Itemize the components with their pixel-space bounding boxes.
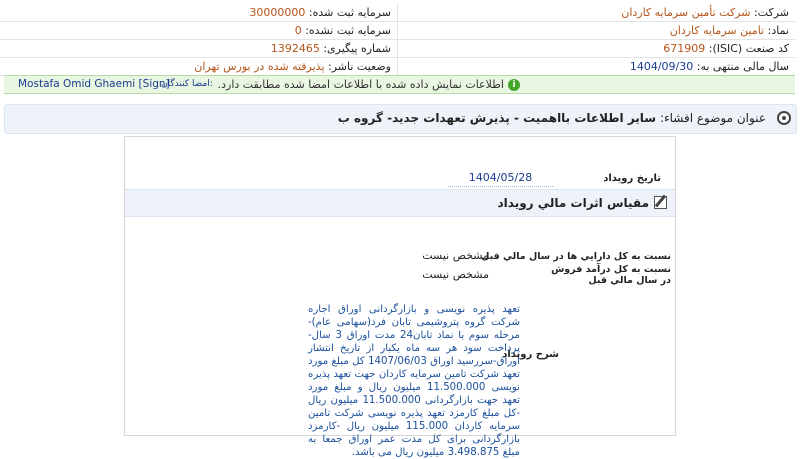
tracking-value: 1392465 xyxy=(270,42,320,55)
capital-unregistered-label: سرمایه ثبت نشده: xyxy=(305,24,391,37)
revenue-ratio-label: نسبت به کل درآمد فروش در سال مالي قبل xyxy=(551,264,671,286)
disclosure-title-label: عنوان موضوع افشاء: xyxy=(659,111,766,125)
signer-link[interactable]: Mostafa Omid Ghaemi [Sign] xyxy=(18,76,170,93)
verification-status-bar: Mostafa Omid Ghaemi [Sign] امضا کنندگان:… xyxy=(4,75,795,94)
symbol-cell: نماد: تامین سرمایه کاردان xyxy=(397,21,795,40)
fiscal-value: 1404/09/30 xyxy=(629,60,694,73)
disclosure-title: عنوان موضوع افشاء: سایر اطلاعات بااهمیت … xyxy=(338,111,766,125)
event-date-label: تاریخ رویداد xyxy=(603,173,661,184)
fiscal-label: سال مالی منتهی به: xyxy=(696,60,789,73)
fiscal-cell: سال مالی منتهی به: 1404/09/30 xyxy=(397,57,795,76)
disclosure-title-value: سایر اطلاعات بااهمیت - پذیرش تعهدات جدید… xyxy=(337,111,657,125)
signers-label: امضا کنندگان: xyxy=(161,79,213,89)
isic-value: 671909 xyxy=(663,42,706,55)
company-value[interactable]: شرکت تأمین سرمایه کاردان xyxy=(621,6,750,19)
assets-ratio-label: نسبت به کل دارايي ها در سال مالي قبل xyxy=(481,251,671,262)
verification-message: i اطلاعات نمایش داده شده با اطلاعات امضا … xyxy=(218,76,520,93)
isic-label: کد صنعت (ISIC): xyxy=(708,42,789,55)
financial-effects-title: مقياس اثرات مالي رويداد xyxy=(497,196,649,210)
capital-registered-cell: سرمایه ثبت شده: 30000000 xyxy=(0,4,398,22)
capital-unregistered-cell: سرمایه ثبت نشده: 0 xyxy=(0,21,398,40)
company-info-table: شرکت: شرکت تأمین سرمایه کاردان سرمایه ثب… xyxy=(0,4,795,76)
capital-registered-label: سرمایه ثبت شده: xyxy=(308,6,391,19)
event-description-text: تعهد پذیره نویسی و بازارگردانی اوراق اجا… xyxy=(308,304,521,458)
assets-ratio-value: مشخص نیست xyxy=(422,249,489,262)
isic-cell: کد صنعت (ISIC): 671909 xyxy=(397,39,795,58)
company-label: شرکت: xyxy=(753,6,789,19)
capital-unregistered-value: 0 xyxy=(294,24,302,37)
radio-target-icon xyxy=(777,111,791,125)
disclosure-title-bar: عنوان موضوع افشاء: سایر اطلاعات بااهمیت … xyxy=(4,104,797,134)
info-icon: i xyxy=(508,79,520,91)
tracking-label: شماره پیگیری: xyxy=(323,42,391,55)
company-cell: شرکت: شرکت تأمین سرمایه کاردان xyxy=(397,4,795,22)
revenue-ratio-value: مشخص نیست xyxy=(422,268,489,281)
financial-effects-header: مقياس اثرات مالي رويداد xyxy=(125,189,675,217)
symbol-label: نماد: xyxy=(767,24,789,37)
verification-text: اطلاعات نمایش داده شده با اطلاعات امضا ش… xyxy=(217,78,504,91)
publisher-status-cell: وضعیت ناشر: پذیرفته شده در بورس تهران xyxy=(0,57,398,76)
event-panel: تاریخ رویداد 1404/05/28 مقياس اثرات مالي… xyxy=(124,136,676,458)
symbol-value[interactable]: تامین سرمایه کاردان xyxy=(670,24,764,37)
event-date-value: 1404/05/28 xyxy=(448,171,553,187)
capital-registered-value: 30000000 xyxy=(249,6,306,19)
publisher-status-label: وضعیت ناشر: xyxy=(328,60,391,73)
tracking-cell: شماره پیگیری: 1392465 xyxy=(0,39,398,58)
edit-icon xyxy=(654,196,667,209)
publisher-status-value: پذیرفته شده در بورس تهران xyxy=(194,60,325,73)
